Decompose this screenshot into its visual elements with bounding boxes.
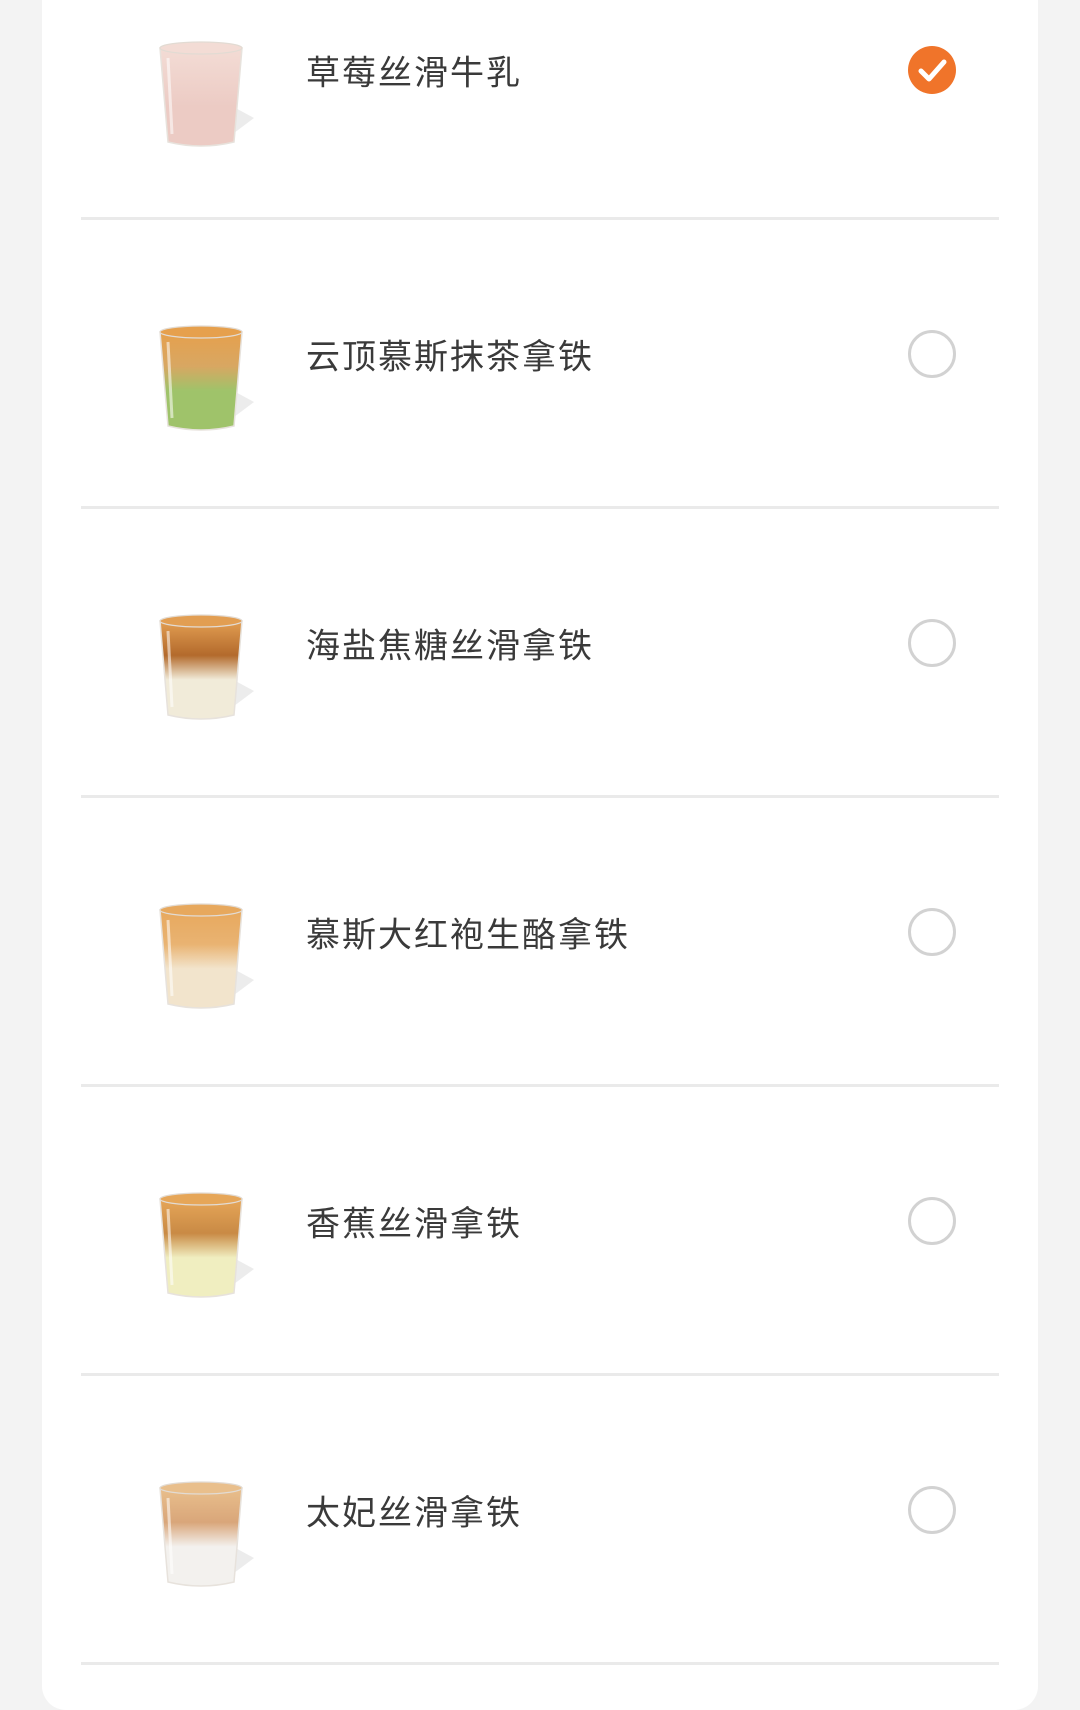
drink-option-row[interactable]: 慕斯大红袍生酪拿铁 [42, 798, 1038, 1087]
toffee-latte-cup-icon [122, 1478, 262, 1598]
checkmark-icon [918, 59, 947, 82]
radio-unselected[interactable] [908, 330, 956, 378]
radio-selected[interactable] [908, 46, 956, 94]
drink-option-row[interactable]: 香蕉丝滑拿铁 [42, 1087, 1038, 1376]
cup-rim [159, 614, 243, 628]
drink-name: 海盐焦糖丝滑拿铁 [306, 626, 594, 667]
cup-rim [159, 1192, 243, 1206]
da-hong-pao-latte-cup-icon [122, 900, 262, 1020]
drink-selection-panel: 草莓丝滑牛乳云顶慕斯抹茶拿铁 海盐焦糖丝滑拿铁 慕斯大红袍生酪拿铁 香蕉丝滑拿铁 太妃丝… [42, 0, 1038, 1710]
drink-option-row[interactable]: 草莓丝滑牛乳 [42, 0, 1038, 220]
matcha-latte-cup-icon [122, 322, 262, 442]
drink-option-row[interactable]: 海盐焦糖丝滑拿铁 [42, 509, 1038, 798]
radio-unselected[interactable] [908, 1486, 956, 1534]
drink-name: 草莓丝滑牛乳 [306, 53, 522, 94]
drink-option-row[interactable]: 太妃丝滑拿铁 [42, 1376, 1038, 1665]
radio-unselected[interactable] [908, 1197, 956, 1245]
cup-rim [159, 41, 243, 55]
strawberry-milk-cup-icon [122, 38, 262, 158]
drink-name: 香蕉丝滑拿铁 [306, 1204, 522, 1245]
cup-rim [159, 1481, 243, 1495]
radio-unselected[interactable] [908, 619, 956, 667]
drink-name: 太妃丝滑拿铁 [306, 1493, 522, 1534]
drink-list: 草莓丝滑牛乳云顶慕斯抹茶拿铁 海盐焦糖丝滑拿铁 慕斯大红袍生酪拿铁 香蕉丝滑拿铁 太妃丝… [42, 0, 1038, 1665]
banana-latte-cup-icon [122, 1189, 262, 1309]
sea-salt-caramel-latte-cup-icon [122, 611, 262, 731]
cup-rim [159, 903, 243, 917]
cup-rim [159, 325, 243, 339]
drink-name: 云顶慕斯抹茶拿铁 [306, 337, 594, 378]
drink-name: 慕斯大红袍生酪拿铁 [306, 915, 630, 956]
radio-unselected[interactable] [908, 908, 956, 956]
drink-option-row[interactable]: 云顶慕斯抹茶拿铁 [42, 220, 1038, 509]
